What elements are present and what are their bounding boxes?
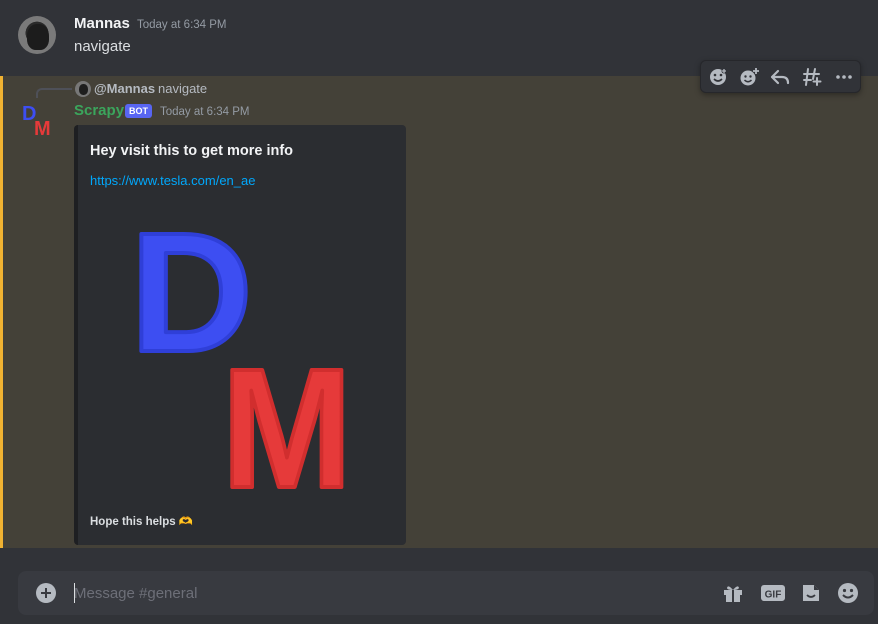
sticker-icon[interactable] — [798, 581, 824, 605]
gif-icon[interactable]: GIF — [760, 581, 786, 605]
reply-preview[interactable]: navigate — [158, 81, 207, 96]
reply-connector — [36, 88, 72, 98]
message-composer: GIF — [18, 571, 874, 615]
mention-indicator — [0, 76, 3, 548]
avatar[interactable] — [18, 16, 56, 54]
add-reaction-icon[interactable] — [736, 65, 762, 89]
message-scrapy: @Mannas navigate D M Scrapy BOT Today at… — [0, 76, 878, 548]
embed-image[interactable]: D M — [126, 215, 376, 495]
emoji-icon[interactable] — [835, 581, 861, 605]
bot-avatar[interactable]: D M — [18, 103, 58, 143]
reply-avatar[interactable] — [75, 81, 91, 97]
message-input[interactable] — [74, 579, 674, 607]
gif-label: GIF — [765, 590, 782, 601]
reply-icon[interactable] — [767, 65, 793, 89]
more-icon[interactable] — [831, 65, 857, 89]
gift-icon[interactable] — [720, 581, 746, 605]
bot-badge: BOT — [125, 104, 152, 118]
embed-title: Hey visit this to get more info — [90, 143, 294, 159]
embed-footer: Hope this helps 🫶 — [90, 516, 194, 528]
author-name[interactable]: Mannas — [74, 15, 130, 32]
create-thread-icon[interactable] — [799, 65, 825, 89]
author-name[interactable]: Scrapy — [74, 102, 124, 119]
timestamp: Today at 6:34 PM — [137, 19, 227, 31]
add-super-reaction-icon[interactable] — [705, 65, 731, 89]
avatar-letter-m: M — [34, 118, 51, 140]
link-embed: Hey visit this to get more info https://… — [74, 125, 406, 545]
embed-image-letter-m: M — [222, 333, 352, 495]
reply-author[interactable]: @Mannas — [94, 81, 155, 96]
add-attachment-icon[interactable] — [36, 583, 56, 603]
message-text: navigate — [74, 38, 131, 55]
message-actions-toolbar — [700, 60, 861, 93]
timestamp: Today at 6:34 PM — [160, 106, 250, 118]
embed-link[interactable]: https://www.tesla.com/en_ae — [90, 173, 255, 188]
